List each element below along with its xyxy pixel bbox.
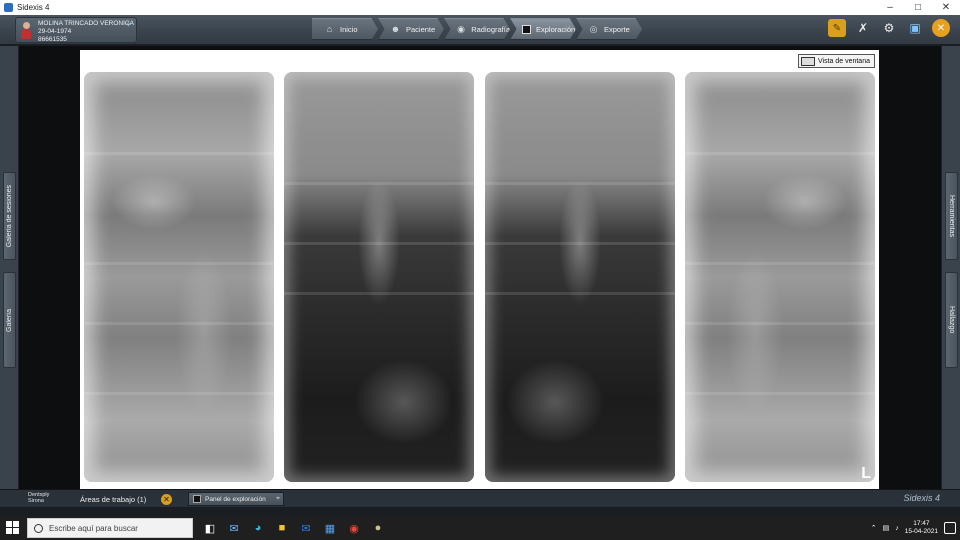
tab-exploracion[interactable]: Exploración	[510, 18, 576, 40]
tab-label: Hallazgo	[948, 306, 955, 334]
panel-label: Panel de exploración	[205, 495, 266, 503]
panel-close-icon[interactable]: ⌖	[276, 495, 280, 503]
tmj-image-4[interactable]	[685, 72, 875, 482]
tab-label: Inicio	[340, 24, 358, 34]
taskbar-apps: ◧ ✉ ◕ ■ ✉ ▦ ◉ ●	[198, 518, 390, 538]
tab-findings[interactable]: Hallazgo	[945, 272, 958, 368]
close-workarea-icon[interactable]: ✕	[161, 494, 172, 505]
notes-icon[interactable]: ✎	[828, 19, 846, 37]
notification-icon[interactable]	[944, 522, 956, 534]
clock[interactable]: 17:47 15-04-2021	[905, 520, 938, 536]
patient-icon: ☻	[390, 23, 401, 34]
tmj-image-1[interactable]	[84, 72, 274, 482]
workflow-nav: ⌂ Inicio ☻ Paciente ◉ Radiografía Explor…	[312, 18, 642, 40]
tools-icon[interactable]: ✗	[854, 19, 872, 37]
status-bar: Dentsply Sirona Áreas de trabajo (1) ✕ P…	[0, 489, 960, 507]
edge-browser-icon[interactable]: ◕	[246, 518, 270, 538]
tab-paciente[interactable]: ☻ Paciente	[378, 18, 444, 40]
patient-birthdate: 29-04-1974	[38, 28, 72, 35]
xray-source-icon: ◉	[457, 23, 466, 34]
brand-logo: Dentsply Sirona	[28, 492, 49, 504]
patient-card[interactable]: MOLINA TRINCADO VERONICA 29-04-1974 8666…	[15, 17, 137, 43]
tab-radiografia[interactable]: ◉ Radiografía	[444, 18, 510, 40]
home-icon: ⌂	[326, 23, 333, 34]
taskbar-search[interactable]: Escribe aquí para buscar	[27, 518, 193, 538]
sidexis-window: Sidexis 4 – □ ✕ MOLINA TRINCADO VERONICA…	[0, 0, 960, 540]
window-view-button[interactable]: Vista de ventana	[797, 54, 875, 68]
globe-icon: ◎	[589, 23, 598, 34]
chrome-icon[interactable]: ◉	[342, 518, 366, 538]
clock-time: 17:47	[913, 520, 930, 527]
app-brand-name: Sidexis 4	[903, 493, 940, 503]
outlook-icon[interactable]: ✉	[294, 518, 318, 538]
brand-line-2: Sirona	[28, 498, 44, 504]
network-icon[interactable]: ▤	[883, 524, 890, 532]
tab-label: Galería	[6, 308, 13, 332]
close-window-button[interactable]: ✕	[932, 0, 960, 15]
right-rail: Herramientas Hallazgo	[941, 46, 960, 506]
tab-label: Galería de sesiones	[6, 184, 13, 248]
side-marker: L	[861, 465, 871, 482]
search-placeholder: Escribe aquí para buscar	[49, 523, 138, 533]
minimize-button[interactable]: –	[876, 0, 904, 15]
mail-app-icon[interactable]: ✉	[222, 518, 246, 538]
clock-date: 15-04-2021	[904, 528, 938, 535]
volume-icon[interactable]: ♪	[895, 525, 899, 532]
pin-icon[interactable]: ✧	[125, 21, 133, 29]
tmj-image-3[interactable]	[485, 72, 675, 482]
tmj-image-2[interactable]	[284, 72, 474, 482]
exploration-panel-tab[interactable]: Panel de exploración ⌖	[188, 492, 284, 506]
window-view-label: Vista de ventana	[817, 57, 870, 65]
store-icon[interactable]: ▦	[318, 518, 342, 538]
patient-avatar-icon	[21, 22, 31, 39]
system-tray: ⌃ ▤ ♪ 17:47 15-04-2021	[871, 518, 956, 538]
toolbar-actions: ✎ ✗ ⚙ ▣ ✕	[828, 19, 950, 37]
exploration-icon	[522, 24, 531, 34]
task-view-icon[interactable]: ◧	[198, 518, 222, 538]
close-circle-icon[interactable]: ✕	[932, 19, 950, 37]
left-rail: Galería de sesiones Galería	[0, 46, 19, 506]
sidexis-taskbar-icon[interactable]: ●	[366, 518, 390, 538]
windows-taskbar: Escribe aquí para buscar ◧ ✉ ◕ ■ ✉ ▦ ◉ ●…	[0, 516, 960, 540]
maximize-button[interactable]: □	[904, 0, 932, 15]
window-title: Sidexis 4	[17, 3, 50, 12]
tab-gallery[interactable]: Galería	[3, 272, 16, 368]
tab-inicio[interactable]: ⌂ Inicio	[312, 18, 378, 40]
tab-session-gallery[interactable]: Galería de sesiones	[3, 172, 16, 260]
panel-icon	[193, 495, 201, 503]
tab-label: Exploración	[536, 24, 576, 34]
app-toolbar: MOLINA TRINCADO VERONICA 29-04-1974 8666…	[0, 15, 960, 45]
work-areas[interactable]: Áreas de trabajo (1) ✕	[80, 493, 172, 506]
windows-start-icon[interactable]	[6, 521, 20, 535]
tab-label: Exporte	[604, 24, 630, 34]
window-view-icon	[800, 56, 815, 66]
tab-label: Herramientas	[948, 194, 955, 237]
file-explorer-icon[interactable]: ■	[270, 518, 294, 538]
tab-exporte[interactable]: ◎ Exporte	[576, 18, 642, 40]
patient-name: MOLINA TRINCADO VERONICA	[38, 20, 134, 27]
window-titlebar: Sidexis 4 – □ ✕	[0, 0, 960, 15]
chevron-up-icon[interactable]: ⌃	[871, 524, 877, 532]
tab-label: Radiografía	[471, 24, 510, 34]
monitor-icon[interactable]: ▣	[906, 19, 924, 37]
search-icon	[34, 523, 43, 533]
tab-tools[interactable]: Herramientas	[945, 172, 958, 260]
image-canvas[interactable]: Vista de ventana L	[80, 50, 879, 489]
settings-gear-icon[interactable]: ⚙	[880, 19, 898, 37]
tab-label: Paciente	[406, 24, 436, 34]
work-areas-label: Áreas de trabajo (1)	[80, 495, 147, 504]
app-icon	[4, 3, 13, 12]
patient-id: 86661535	[38, 36, 67, 43]
